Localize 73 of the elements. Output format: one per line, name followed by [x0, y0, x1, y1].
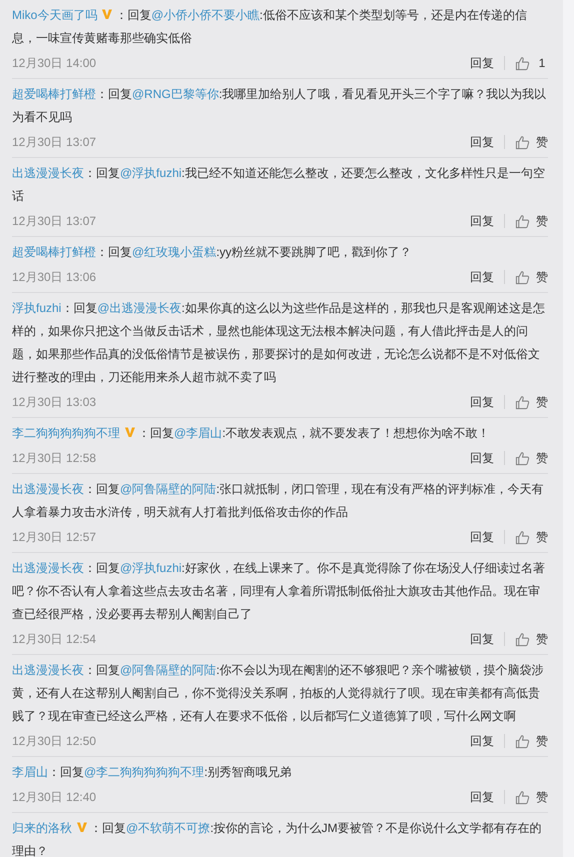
like-button[interactable]: 赞 — [536, 732, 548, 750]
timestamp: 12月30日 13:06 — [12, 268, 96, 286]
like-button[interactable]: 赞 — [536, 528, 548, 546]
mention-link[interactable]: @小侨小侨不要小瞧 — [151, 8, 260, 22]
like-button[interactable]: 赞 — [536, 212, 548, 230]
timestamp: 12月30日 12:58 — [12, 450, 96, 466]
thumbs-up-icon[interactable] — [515, 214, 530, 228]
comment-text: 超爱喝棒打鲜橙：回复@RNG巴黎等你:我哪里加给别人了哦，看见看见开头三个字了嘛？我以为我以为看不见吗 — [12, 86, 548, 126]
comment-text: Miko今天画了吗 ：回复@小侨小侨不要小瞧:低俗不应该和某个类型划等号，还是内在传递的信息，一味宣传黄赌毒那些确实低俗 — [12, 7, 528, 47]
comment-text: 浮执fuzhi：回复@出逃漫漫长夜:如果你真的这么以为这些作品是这样的，那我也只是客观阐述这是怎样的，如果你只把这个当做反击话术，显然也能体现这无法根本解决问题，有人借此抨击是人的问题，如果那些作品真的没低俗情节是被误伤，那要探讨的是如何改进，无论怎么说都不是不对低俗文进行整改的理由，刀还能用来杀人超市就不卖了吗 — [12, 300, 546, 386]
thumbs-up-icon[interactable] — [515, 134, 530, 150]
comment-text: 出逃漫漫长夜：回复@阿鲁隔壁的阿陆:张口就抵制，闭口管理，现在有没有严格的评判标准，今天有人拿着暴力攻击水浒传，明天就有人打着批判低俗攻击你的作品 — [12, 481, 545, 521]
thumbs-up-icon[interactable] — [515, 394, 530, 410]
like-button[interactable]: 1 — [536, 56, 548, 70]
thumbs-up-icon[interactable] — [515, 790, 530, 804]
timestamp: 12月30日 12:40 — [12, 788, 96, 806]
reply-button[interactable]: 回复 — [470, 528, 494, 546]
username-link[interactable]: 出逃漫漫长夜 — [12, 663, 84, 677]
like-button[interactable]: 赞 — [536, 268, 548, 286]
thumbs-up-icon[interactable] — [515, 450, 530, 466]
timestamp: 12月30日 12:57 — [12, 528, 96, 546]
reply-button[interactable]: 回复 — [470, 212, 494, 230]
username-link[interactable]: 李眉山 — [12, 765, 48, 779]
username-link[interactable]: Miko今天画了吗 — [12, 8, 98, 22]
timestamp: 12月30日 14:00 — [12, 54, 96, 72]
reply-button[interactable]: 回复 — [470, 788, 494, 806]
comment-text: 归来的洛秋 ：回复@不软萌不可撩:按你的言论，为什么JM要被管？不是你说什么文学都有存在的理由？ — [12, 820, 543, 857]
timestamp: 12月30日 13:03 — [12, 394, 96, 410]
mention-link[interactable]: @李眉山 — [174, 426, 222, 440]
mention-link[interactable]: @红玫瑰小蛋糕 — [132, 245, 216, 259]
like-button[interactable]: 赞 — [536, 788, 548, 806]
mention-link[interactable]: @阿鲁隔壁的阿陆 — [120, 663, 216, 677]
mention-link[interactable]: @浮执fuzhi — [120, 166, 182, 180]
mention-link[interactable]: @出逃漫漫长夜 — [97, 301, 182, 315]
mention-link[interactable]: @浮执fuzhi — [120, 561, 182, 575]
reply-button[interactable]: 回复 — [470, 268, 494, 286]
username-link[interactable]: 超爱喝棒打鲜橙 — [12, 87, 96, 101]
mention-link[interactable]: @RNG巴黎等你 — [132, 87, 219, 101]
thumbs-up-icon[interactable] — [515, 734, 530, 748]
username-link[interactable]: 李二狗狗狗狗狗不理 — [12, 426, 120, 440]
reply-button[interactable]: 回复 — [470, 54, 494, 72]
comment-text: 出逃漫漫长夜：回复@浮执fuzhi:我已经不知道还能怎么整改，还要怎么整改，文化多样性只是一句空话 — [12, 165, 546, 205]
timestamp: 12月30日 12:54 — [12, 630, 96, 648]
username-link[interactable]: 超爱喝棒打鲜橙 — [12, 245, 96, 259]
thumbs-up-icon[interactable] — [515, 632, 530, 646]
reply-button[interactable]: 回复 — [470, 450, 494, 466]
reply-button[interactable]: 回复 — [470, 732, 494, 750]
like-button[interactable]: 赞 — [536, 134, 548, 150]
comment-text: 出逃漫漫长夜：回复@阿鲁隔壁的阿陆:你不会以为现在阉割的还不够狠吧？亲个嘴被锁，摸个脑袋涉黄，还有人在这帮别人阉割自己，你不觉得没关系啊，拍板的人觉得就行了呗。现在审美都有高低贵贱了？现在审查已经这么严格，还有人在要求不低俗，以后都写仁义道德算了呗，写什么网文啊 — [12, 662, 545, 725]
thumbs-up-icon[interactable] — [515, 270, 530, 284]
reply-button[interactable]: 回复 — [470, 394, 494, 410]
timestamp: 12月30日 12:50 — [12, 732, 96, 750]
like-button[interactable]: 赞 — [536, 630, 548, 648]
reply-button[interactable]: 回复 — [470, 630, 494, 648]
comment-text: 李眉山：回复@李二狗狗狗狗狗不理:别秀智商哦兄弟 — [12, 764, 293, 781]
comment-text: 出逃漫漫长夜：回复@浮执fuzhi:好家伙，在线上课来了。你不是真觉得除了你在场没人仔细读过名著吧？你不否认有人拿着这些点去攻击名著，同理有人拿着所谓抵制低俗扯大旗攻击其他作品。现在审查已经很严格，没必要再去帮别人阉割自己了 — [12, 560, 546, 623]
thumbs-up-icon[interactable] — [515, 56, 530, 70]
username-link[interactable]: 出逃漫漫长夜 — [12, 561, 84, 575]
like-button[interactable]: 赞 — [536, 450, 548, 466]
username-link[interactable]: 浮执fuzhi — [12, 301, 62, 315]
mention-link[interactable]: @李二狗狗狗狗狗不理 — [84, 765, 204, 779]
mention-link[interactable]: @阿鲁隔壁的阿陆 — [120, 482, 216, 496]
username-link[interactable]: 归来的洛秋 — [12, 821, 72, 835]
reply-button[interactable]: 回复 — [470, 134, 494, 150]
mention-link[interactable]: @不软萌不可撩 — [126, 821, 210, 835]
like-button[interactable]: 赞 — [536, 394, 548, 410]
timestamp: 12月30日 13:07 — [12, 134, 96, 150]
thumbs-up-icon[interactable] — [515, 530, 530, 544]
comment-text: 超爱喝棒打鲜橙：回复@红玫瑰小蛋糕:yy粉丝就不要跳脚了吧，戳到你了？ — [12, 244, 413, 261]
username-link[interactable]: 出逃漫漫长夜 — [12, 166, 84, 180]
timestamp: 12月30日 13:07 — [12, 212, 96, 230]
comment-text: 李二狗狗狗狗狗不理 ：回复@李眉山:不敢发表观点，就不要发表了！想想你为啥不敢！ — [12, 425, 491, 442]
username-link[interactable]: 出逃漫漫长夜 — [12, 482, 84, 496]
